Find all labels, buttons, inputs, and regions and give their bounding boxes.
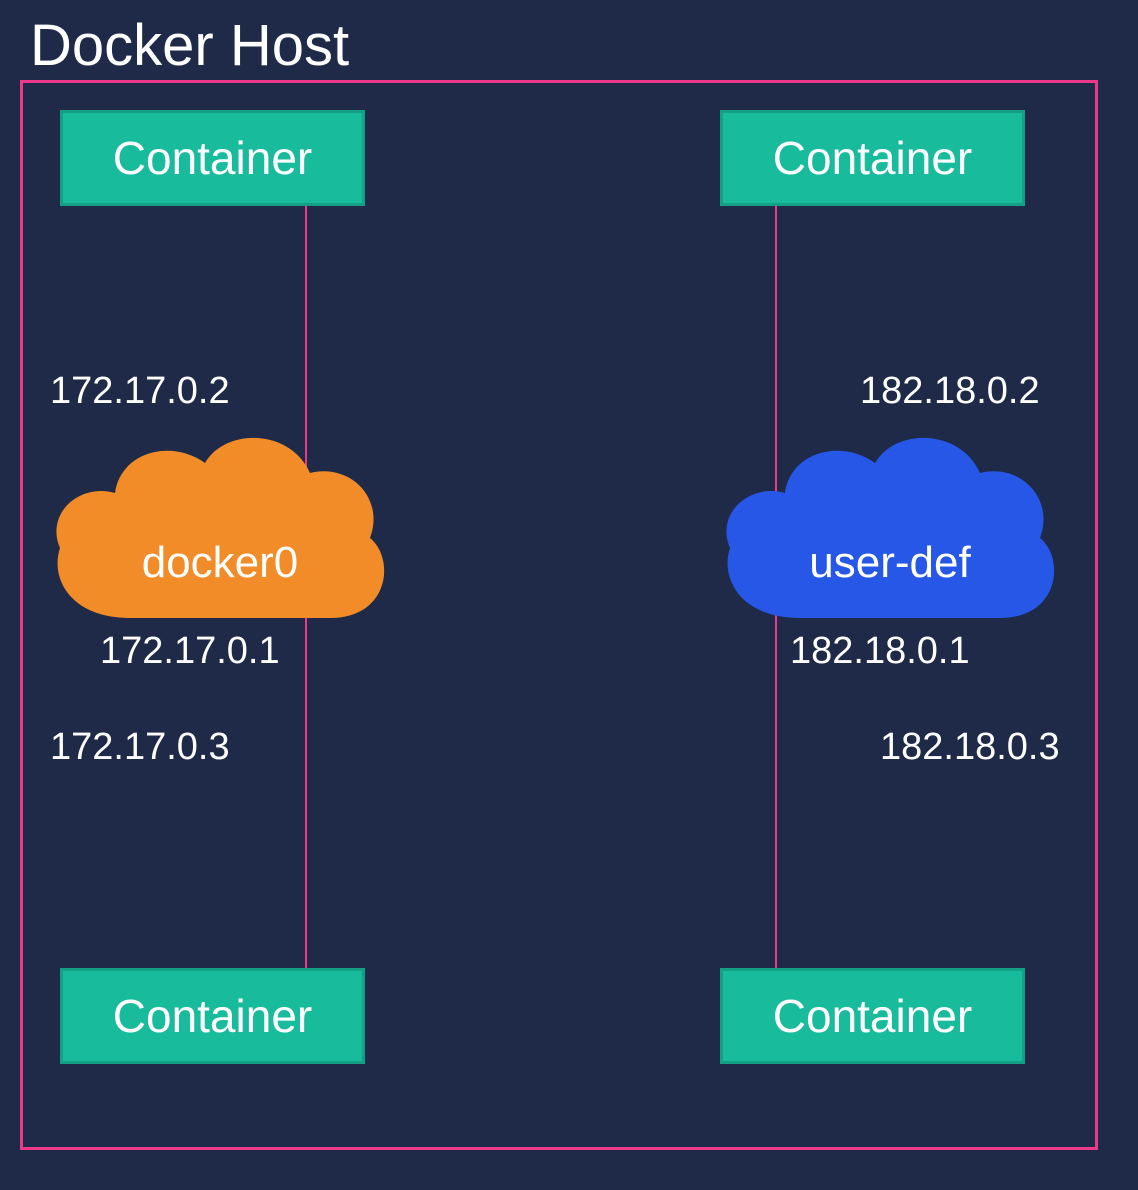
container-box-bottom-right: Container [720, 968, 1025, 1064]
ip-left-gateway: 172.17.0.1 [100, 630, 280, 673]
container-box-top-right: Container [720, 110, 1025, 206]
host-title: Docker Host [30, 12, 349, 79]
cloud-docker0: docker0 [50, 418, 390, 628]
cloud-icon [50, 418, 390, 628]
ip-left-bottom: 172.17.0.3 [50, 726, 230, 769]
network-label-right: user-def [720, 538, 1060, 588]
network-label-left: docker0 [50, 538, 390, 588]
ip-left-top: 172.17.0.2 [50, 370, 230, 413]
container-box-bottom-left: Container [60, 968, 365, 1064]
ip-right-bottom: 182.18.0.3 [880, 726, 1060, 769]
ip-right-top: 182.18.0.2 [860, 370, 1040, 413]
ip-right-gateway: 182.18.0.1 [790, 630, 970, 673]
cloud-icon [720, 418, 1060, 628]
cloud-userdef: user-def [720, 418, 1060, 628]
container-box-top-left: Container [60, 110, 365, 206]
